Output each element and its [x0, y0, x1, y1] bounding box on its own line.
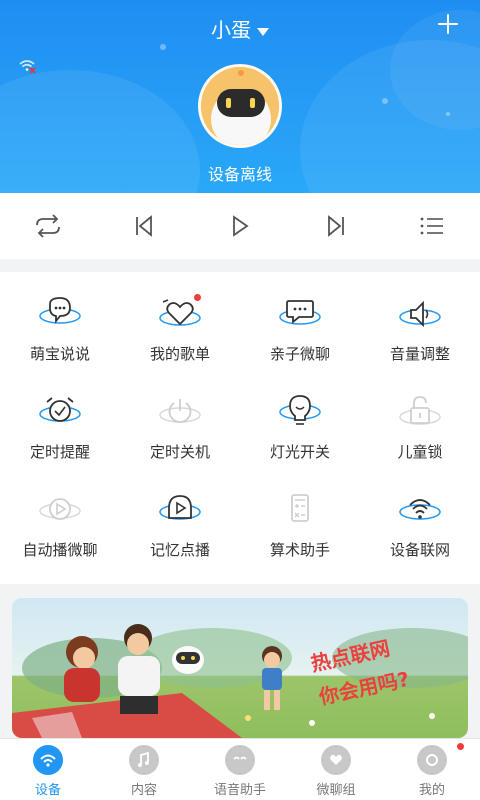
function-label: 我的歌单 [149, 345, 210, 363]
function-math-helper[interactable]: 算术助手 [240, 468, 360, 566]
alarm-icon [39, 397, 81, 422]
function-label: 灯光开关 [269, 443, 330, 461]
function-label: 亲子微聊 [269, 345, 330, 363]
next-icon [328, 215, 344, 237]
function-grid: 萌宝说说 我的歌单 亲子微聊 音量调整 定时提醒 定时关机 灯光开关 儿童锁 自… [0, 272, 480, 584]
function-label: 算术助手 [269, 541, 330, 559]
device-header: 小蛋 设备离线 [0, 0, 480, 193]
player-controls [0, 193, 480, 259]
function-label: 设备联网 [389, 541, 450, 559]
tab-mine[interactable]: 我的 [384, 739, 480, 800]
tab-label: 设备 [34, 783, 61, 798]
app-page: 小蛋 设备离线 萌宝说说 我的歌单 亲子微聊 音量调整 定时提醒 定时关机 灯光… [0, 0, 480, 800]
function-autoplay-chat[interactable]: 自动播微聊 [0, 468, 120, 566]
light-bulb-icon [279, 395, 321, 425]
device-wifi-icon [33, 745, 63, 775]
previous-icon [136, 215, 152, 237]
tab-chat-group[interactable]: 微聊组 [288, 739, 384, 800]
volume-icon [399, 300, 441, 328]
next-button[interactable] [288, 193, 384, 259]
bottom-tab-bar: 设备 内容 语音助手 微聊组 我的 [0, 738, 480, 800]
function-label: 音量调整 [389, 345, 450, 363]
robot-avatar[interactable] [198, 64, 282, 148]
function-timed-shutdown[interactable]: 定时关机 [120, 370, 240, 468]
decor-dot [382, 98, 388, 104]
function-label: 儿童锁 [397, 443, 443, 461]
add-device-button[interactable] [436, 12, 460, 36]
tab-label: 内容 [130, 783, 157, 798]
device-name: 小蛋 [211, 18, 251, 42]
function-volume[interactable]: 音量调整 [360, 272, 480, 370]
function-label: 定时关机 [149, 443, 210, 461]
playlist-button[interactable] [384, 193, 480, 259]
device-selector[interactable]: 小蛋 [0, 14, 480, 43]
power-icon [159, 399, 201, 423]
device-status: 设备离线 [207, 165, 272, 184]
decor-dot [160, 44, 166, 50]
function-label: 自动播微聊 [22, 541, 98, 559]
function-my-playlist[interactable]: 我的歌单 [120, 272, 240, 370]
function-device-network[interactable]: 设备联网 [360, 468, 480, 566]
lock-icon [399, 396, 441, 425]
new-badge [194, 294, 201, 301]
tab-content[interactable]: 内容 [96, 739, 192, 800]
function-label: 萌宝说说 [29, 345, 90, 363]
notification-badge [457, 743, 464, 750]
wifi-off-icon [19, 60, 36, 74]
settings-icon [417, 745, 447, 775]
memory-play-icon [159, 495, 201, 520]
play-button[interactable] [192, 193, 288, 259]
calculator-icon [291, 494, 309, 522]
function-child-lock[interactable]: 儿童锁 [360, 370, 480, 468]
tab-label: 语音助手 [213, 783, 266, 798]
chat-heart-icon [321, 745, 351, 775]
tab-voice-assistant[interactable]: 语音助手 [192, 739, 288, 800]
tab-label: 我的 [418, 783, 445, 798]
repeat-button[interactable] [0, 193, 96, 259]
autoplay-icon [39, 498, 81, 520]
robot-face-icon [201, 67, 279, 145]
music-note-icon [129, 745, 159, 775]
function-light-switch[interactable]: 灯光开关 [240, 370, 360, 468]
wifi-icon [399, 499, 441, 520]
decor-dot [446, 112, 450, 116]
function-memory-play[interactable]: 记忆点播 [120, 468, 240, 566]
message-icon [279, 300, 321, 325]
function-label: 定时提醒 [29, 443, 90, 461]
chat-bubble-icon [39, 297, 81, 324]
repeat-icon [36, 214, 60, 238]
function-timed-reminder[interactable]: 定时提醒 [0, 370, 120, 468]
function-mengbao-shuoshuo[interactable]: 萌宝说说 [0, 272, 120, 370]
tab-label: 微聊组 [316, 783, 356, 798]
caret-down-icon [257, 27, 269, 36]
playlist-icon [420, 217, 443, 235]
function-parent-chat[interactable]: 亲子微聊 [240, 272, 360, 370]
play-icon [233, 215, 249, 237]
robot-face-icon [225, 745, 255, 775]
previous-button[interactable] [96, 193, 192, 259]
tab-device[interactable]: 设备 [0, 739, 96, 800]
function-label: 记忆点播 [149, 541, 210, 559]
